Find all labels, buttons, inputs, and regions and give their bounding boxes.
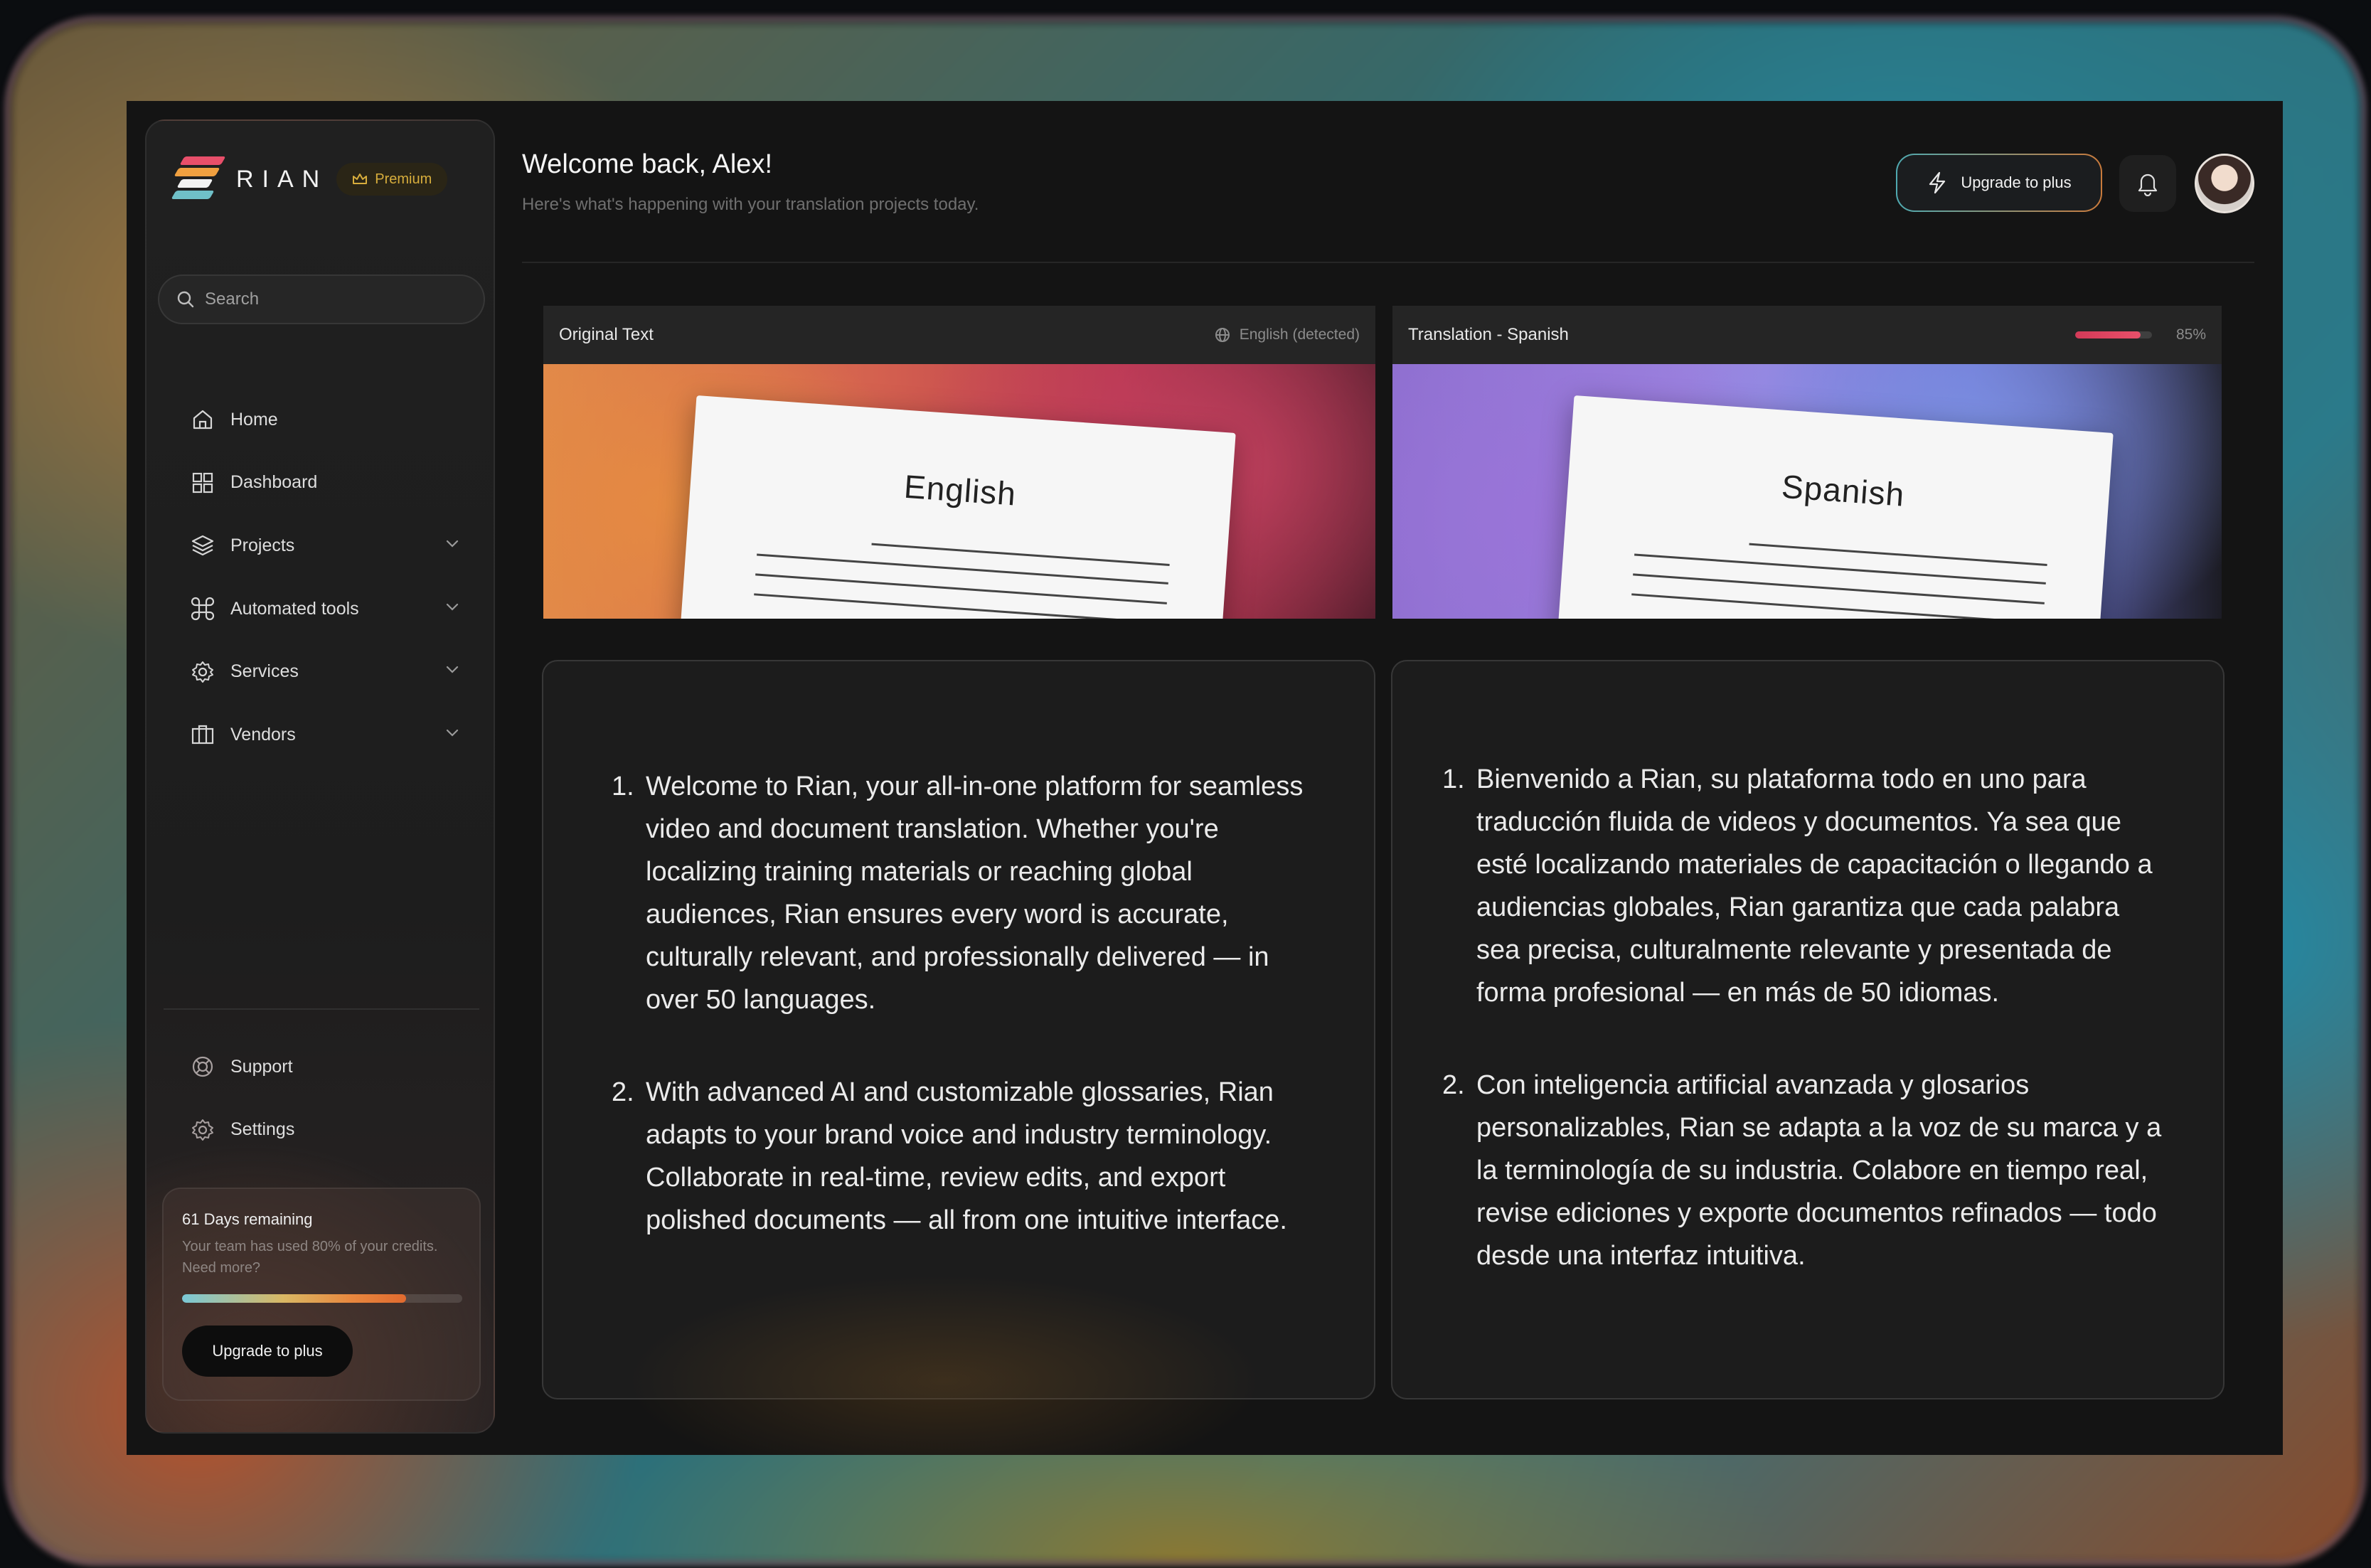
- nav-item-dashboard[interactable]: Dashboard: [166, 452, 479, 515]
- original-text-title: Original Text: [559, 325, 654, 344]
- page-title: Welcome back, Alex!: [522, 149, 773, 179]
- avatar[interactable]: [2195, 154, 2254, 213]
- bell-icon: [2138, 174, 2158, 196]
- search-box[interactable]: [158, 274, 485, 324]
- translation-paragraph-1: 1. Bienvenido a Rian, su plataforma todo…: [1442, 758, 2166, 1014]
- nav-item-projects[interactable]: Projects: [166, 514, 479, 577]
- nav-item-home[interactable]: Home: [166, 388, 479, 452]
- home-icon: [193, 410, 213, 430]
- credits-card: 61 Days remaining Your team has used 80%…: [162, 1188, 481, 1401]
- sidebar: RIAN Premium Home Dashboard Projects: [145, 119, 495, 1434]
- translation-progress-bar: [2074, 331, 2152, 338]
- chevron-down-icon[interactable]: [445, 602, 459, 612]
- original-paragraph-1: 1. Welcome to Rian, your all-in-one plat…: [612, 765, 1324, 1021]
- lifebuoy-icon: [192, 1057, 213, 1077]
- nav-item-label: Home: [230, 409, 278, 430]
- main-nav: Home Dashboard Projects Automated tools …: [166, 388, 479, 767]
- nav-item-label: Support: [230, 1056, 293, 1077]
- translation-paragraph-list: 1. Bienvenido a Rian, su plataforma todo…: [1442, 758, 2166, 1277]
- gear-icon: [192, 661, 213, 683]
- paragraph-text: With advanced AI and customizable glossa…: [646, 1077, 1287, 1235]
- credits-title: 61 Days remaining: [182, 1210, 313, 1228]
- page-subtitle: Here's what's happening with your transl…: [522, 195, 979, 214]
- original-paragraph-list: 1. Welcome to Rian, your all-in-one plat…: [612, 765, 1324, 1242]
- language-detected[interactable]: English (detected): [1214, 326, 1360, 343]
- paragraph-number: 2.: [1442, 1070, 1465, 1100]
- translation-text-card[interactable]: 1. Bienvenido a Rian, su plataforma todo…: [1391, 660, 2225, 1399]
- credits-description: Your team has used 80% of your credits. …: [182, 1239, 438, 1276]
- original-text-header: Original Text English (detected): [543, 306, 1375, 364]
- paragraph-number: 1.: [1442, 764, 1465, 794]
- paragraph-text: Bienvenido a Rian, su plataforma todo en…: [1476, 764, 2153, 1008]
- grid-icon: [192, 472, 213, 493]
- app-window: RIAN Premium Home Dashboard Projects: [127, 101, 2283, 1455]
- original-paragraph-2: 2. With advanced AI and customizable glo…: [612, 1071, 1324, 1242]
- paragraph-number: 1.: [612, 772, 634, 801]
- paragraph-text: Con inteligencia artificial avanzada y g…: [1476, 1070, 2162, 1271]
- upgrade-plus-header-button[interactable]: Upgrade to plus: [1896, 154, 2102, 212]
- nav-item-label: Vendors: [230, 724, 296, 745]
- notifications-button[interactable]: [2119, 155, 2176, 212]
- translation-title: Translation - Spanish: [1408, 325, 1569, 344]
- nav-item-label: Automated tools: [230, 598, 359, 619]
- settings-icon: [192, 1119, 213, 1141]
- original-preview-image: English: [543, 364, 1375, 619]
- translation-paragraph-2: 2. Con inteligencia artificial avanzada …: [1442, 1064, 2166, 1277]
- translation-progress: 85%: [2074, 326, 2206, 343]
- nav-item-label: Settings: [230, 1119, 295, 1140]
- nav-item-label: Dashboard: [230, 472, 318, 493]
- language-detected-label: English (detected): [1239, 326, 1360, 343]
- nav-item-support[interactable]: Support: [166, 1035, 479, 1099]
- preview-word-spanish: Spanish: [1780, 467, 1907, 513]
- document-paper-illustration: English: [676, 395, 1236, 619]
- document-paper-illustration: Spanish: [1553, 395, 2114, 619]
- brand[interactable]: RIAN Premium: [171, 155, 448, 203]
- upgrade-to-plus-button[interactable]: Upgrade to plus: [182, 1326, 353, 1377]
- search-icon: [177, 291, 194, 308]
- command-icon: [191, 597, 215, 621]
- nav-item-automated-tools[interactable]: Automated tools: [166, 577, 479, 641]
- nav-item-vendors[interactable]: Vendors: [166, 703, 479, 767]
- secondary-nav: Support Settings: [166, 1035, 479, 1161]
- rian-logo-icon: [171, 155, 226, 203]
- translation-progress-fill: [2074, 331, 2141, 338]
- globe-icon: [1215, 328, 1230, 342]
- translation-header: Translation - Spanish 85%: [1392, 306, 2222, 364]
- translation-progress-label: 85%: [2175, 326, 2206, 343]
- brand-name: RIAN: [236, 165, 329, 193]
- preview-word-english: English: [902, 467, 1018, 513]
- translation-preview-image: Spanish: [1392, 364, 2222, 619]
- nav-item-settings[interactable]: Settings: [166, 1099, 479, 1162]
- upgrade-plus-header-label: Upgrade to plus: [1961, 174, 2072, 191]
- search-input[interactable]: [205, 289, 461, 309]
- credits-progress-fill: [182, 1294, 407, 1303]
- nav-item-services[interactable]: Services: [166, 640, 479, 703]
- nav-item-label: Services: [230, 661, 299, 682]
- original-text-card[interactable]: 1. Welcome to Rian, your all-in-one plat…: [542, 660, 1375, 1399]
- layers-icon: [191, 535, 214, 556]
- credits-progress-bar: [182, 1294, 462, 1303]
- chevron-down-icon[interactable]: [445, 538, 459, 548]
- paragraph-text: Welcome to Rian, your all-in-one platfor…: [646, 772, 1304, 1015]
- lightning-icon: [1929, 171, 1946, 194]
- premium-badge-label: Premium: [375, 171, 432, 187]
- header-divider: [522, 262, 2254, 263]
- nav-item-label: Projects: [230, 535, 295, 555]
- premium-badge: Premium: [336, 163, 448, 196]
- briefcase-icon: [191, 725, 214, 745]
- chevron-down-icon[interactable]: [445, 664, 459, 674]
- sidebar-divider: [164, 1008, 479, 1010]
- crown-icon: [353, 174, 368, 184]
- paragraph-number: 2.: [612, 1077, 634, 1107]
- chevron-down-icon[interactable]: [445, 727, 459, 737]
